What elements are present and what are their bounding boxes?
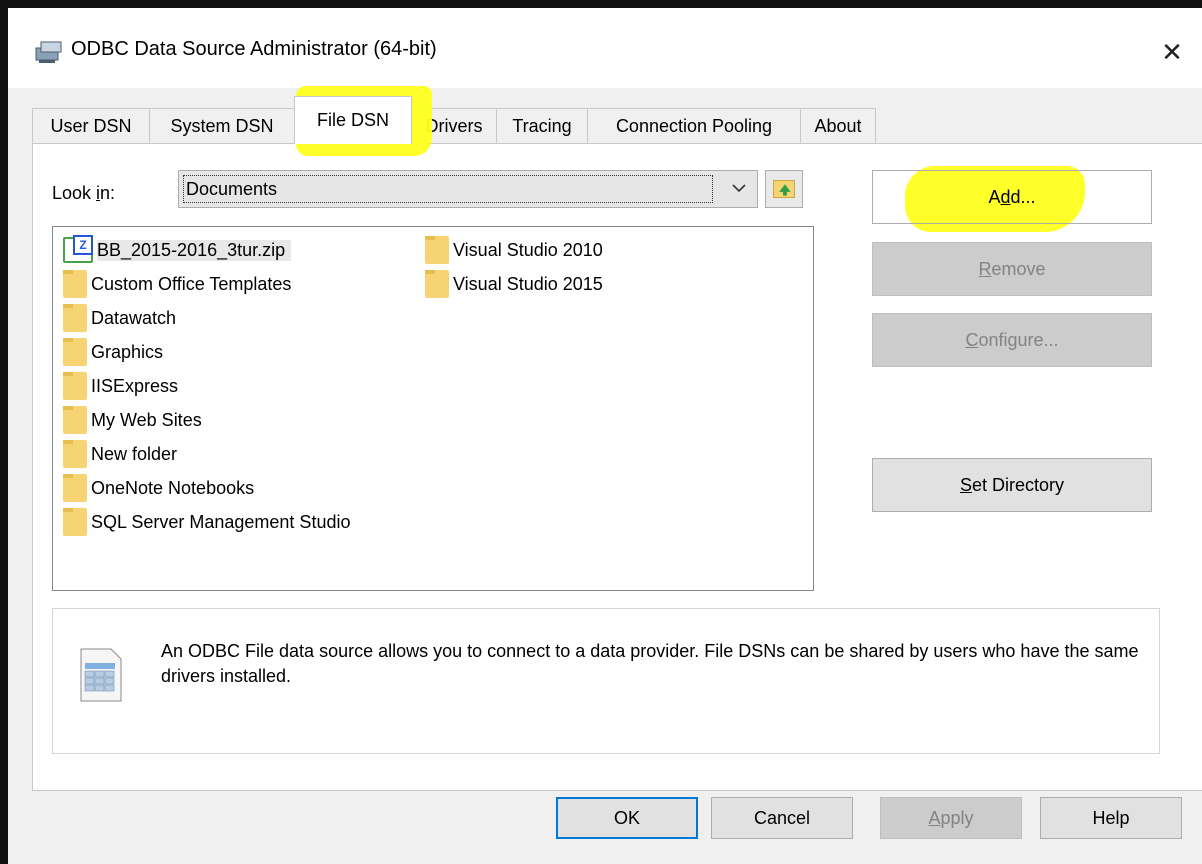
folder-icon (63, 440, 87, 468)
file-list[interactable]: Z BB_2015-2016_3tur.zip Custom Office Te… (52, 226, 814, 591)
list-item-label: Graphics (91, 341, 164, 362)
tab-about[interactable]: About (800, 108, 876, 143)
tab-system-dsn[interactable]: System DSN (149, 108, 295, 143)
add-button-label: Add... (988, 186, 1036, 207)
folder-icon (63, 508, 87, 536)
tab-label: System DSN (170, 115, 274, 136)
title-bar: ODBC Data Source Administrator (64-bit) … (8, 8, 1202, 88)
look-in-dropdown[interactable]: Documents (178, 170, 758, 208)
set-directory-button-label: Set Directory (959, 474, 1065, 495)
list-item[interactable]: Visual Studio 2010 (425, 235, 603, 265)
ok-button-label: OK (613, 807, 640, 828)
list-item[interactable]: IISExpress (63, 371, 178, 401)
list-item[interactable]: Graphics (63, 337, 163, 367)
cancel-button[interactable]: Cancel (711, 797, 853, 839)
folder-icon (63, 338, 87, 366)
list-item[interactable]: OneNote Notebooks (63, 473, 254, 503)
configure-button[interactable]: Configure... (872, 313, 1152, 367)
close-icon: ✕ (1161, 36, 1183, 67)
list-item[interactable]: Z BB_2015-2016_3tur.zip (63, 235, 292, 265)
help-button[interactable]: Help (1040, 797, 1182, 839)
folder-icon (63, 270, 87, 298)
tab-label: Drivers (425, 115, 483, 136)
list-item-label: Visual Studio 2015 (453, 273, 603, 294)
list-item-label: My Web Sites (91, 409, 202, 430)
data-source-icon (80, 648, 122, 702)
apply-button[interactable]: Apply (880, 797, 1022, 839)
help-button-label: Help (1092, 807, 1130, 828)
tab-label: Tracing (512, 115, 572, 136)
list-item-label: Custom Office Templates (91, 273, 292, 294)
odbc-app-icon (35, 41, 62, 63)
remove-button-label: Remove (978, 258, 1046, 279)
apply-button-label: Apply (928, 807, 974, 828)
ok-button[interactable]: OK (556, 797, 698, 839)
folder-icon (63, 372, 87, 400)
zip-file-icon: Z (63, 235, 93, 263)
list-item-label: New folder (91, 443, 178, 464)
folder-up-icon (773, 180, 795, 198)
folder-icon (425, 270, 449, 298)
list-item[interactable]: Visual Studio 2015 (425, 269, 603, 299)
list-item-label: BB_2015-2016_3tur.zip (97, 239, 292, 261)
list-item-label: Visual Studio 2010 (453, 239, 603, 260)
list-item-label: SQL Server Management Studio (91, 511, 351, 532)
tab-label: File DSN (316, 110, 389, 130)
set-directory-button[interactable]: Set Directory (872, 458, 1152, 512)
window-title: ODBC Data Source Administrator (64-bit) (71, 38, 437, 60)
info-description: An ODBC File data source allows you to c… (161, 641, 1139, 686)
info-box: An ODBC File data source allows you to c… (52, 608, 1160, 754)
tab-label: User DSN (50, 115, 132, 136)
tab-file-dsn[interactable]: File DSN (294, 96, 412, 144)
chevron-down-icon (732, 184, 746, 193)
list-item[interactable]: SQL Server Management Studio (63, 507, 350, 537)
list-item[interactable]: Custom Office Templates (63, 269, 291, 299)
tab-connection-pooling[interactable]: Connection Pooling (587, 108, 801, 143)
tab-tracing[interactable]: Tracing (496, 108, 588, 143)
list-item-label: IISExpress (91, 375, 179, 396)
look-in-value: Documents (183, 175, 713, 203)
list-item-label: OneNote Notebooks (91, 477, 255, 498)
tab-label: About (814, 115, 862, 136)
list-item-label: Datawatch (91, 307, 177, 328)
look-in-label: Look in: (52, 183, 116, 203)
tab-user-dsn[interactable]: User DSN (32, 108, 150, 143)
list-item[interactable]: My Web Sites (63, 405, 202, 435)
list-item[interactable]: Datawatch (63, 303, 176, 333)
close-button[interactable]: ✕ (1148, 28, 1196, 76)
folder-icon (425, 236, 449, 264)
up-one-level-button[interactable] (765, 170, 803, 208)
configure-button-label: Configure... (965, 329, 1059, 350)
tab-label: Connection Pooling (615, 115, 773, 136)
folder-icon (63, 406, 87, 434)
cancel-button-label: Cancel (753, 807, 811, 828)
list-item[interactable]: New folder (63, 439, 177, 469)
folder-icon (63, 304, 87, 332)
add-button[interactable]: Add... (872, 170, 1152, 224)
folder-icon (63, 474, 87, 502)
remove-button[interactable]: Remove (872, 242, 1152, 296)
